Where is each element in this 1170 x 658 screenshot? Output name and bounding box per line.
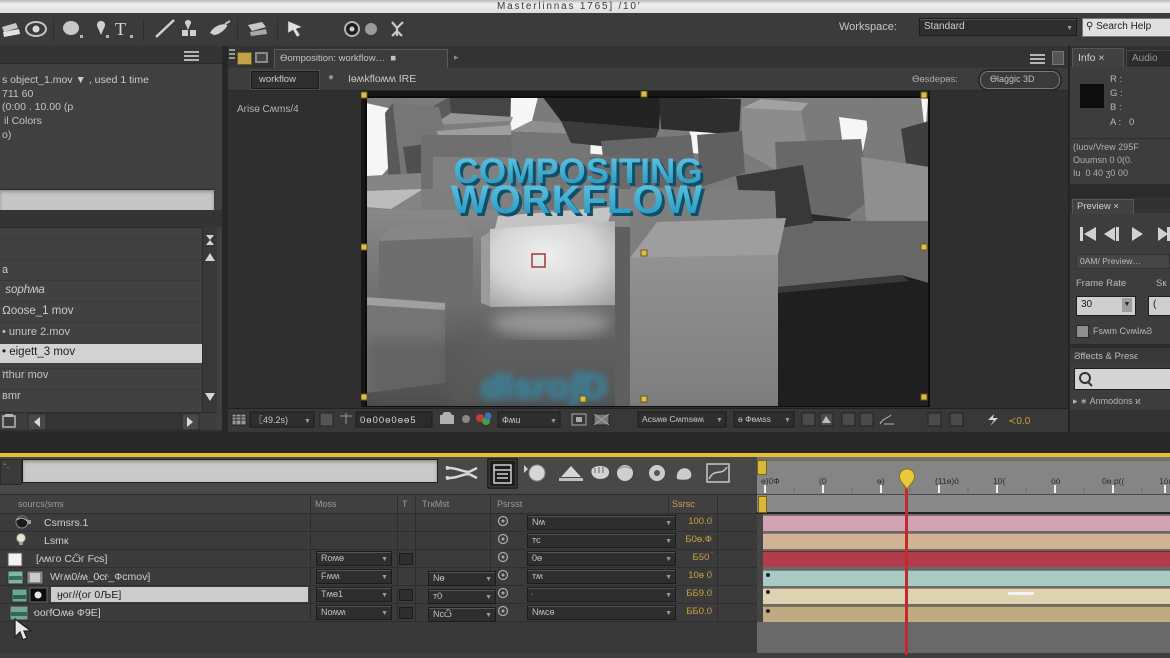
svg-text:(0ּ: (0ּ — [819, 476, 828, 486]
svg-text:▼: ▼ — [304, 418, 311, 425]
svg-text:WORKFLOW: WORKFLOW — [451, 178, 703, 222]
svg-text:T: T — [115, 19, 126, 39]
svg-text:▼: ▼ — [550, 418, 557, 425]
svg-text:1ӧ(: 1ӧ( — [1159, 476, 1170, 486]
svg-text:0ө р((: 0ө р(( — [1102, 476, 1124, 486]
svg-text:〖49.2ѕ): 〖49.2ѕ) — [254, 415, 288, 425]
svg-text:dlsroʃD: dlsroʃD — [481, 366, 607, 407]
svg-text:Аϲѕʍө Cʍmѕөʍ: Аϲѕʍө Cʍmѕөʍ — [642, 414, 705, 424]
svg-text:≺0.0: ≺0.0 — [1008, 416, 1031, 427]
svg-text:ӧּӧ: ӧּӧ — [1051, 476, 1061, 486]
svg-text:▼: ▼ — [784, 417, 791, 424]
svg-text:өּ): өּ) — [877, 476, 885, 486]
svg-text:▼: ▼ — [716, 417, 723, 424]
svg-text:10(: 10( — [993, 476, 1005, 486]
svg-text:ө)0Ф: ө)0Ф — [761, 476, 780, 486]
svg-text:Фʍu: Фʍu — [502, 415, 520, 425]
svg-text:(11ө)ּӧ: (11ө)ּӧ — [935, 476, 959, 486]
svg-text:ө Фөʍѕѕ: ө Фөʍѕѕ — [738, 414, 771, 424]
svg-text:0ө00ө0өө5: 0ө00ө0өө5 — [360, 415, 417, 426]
